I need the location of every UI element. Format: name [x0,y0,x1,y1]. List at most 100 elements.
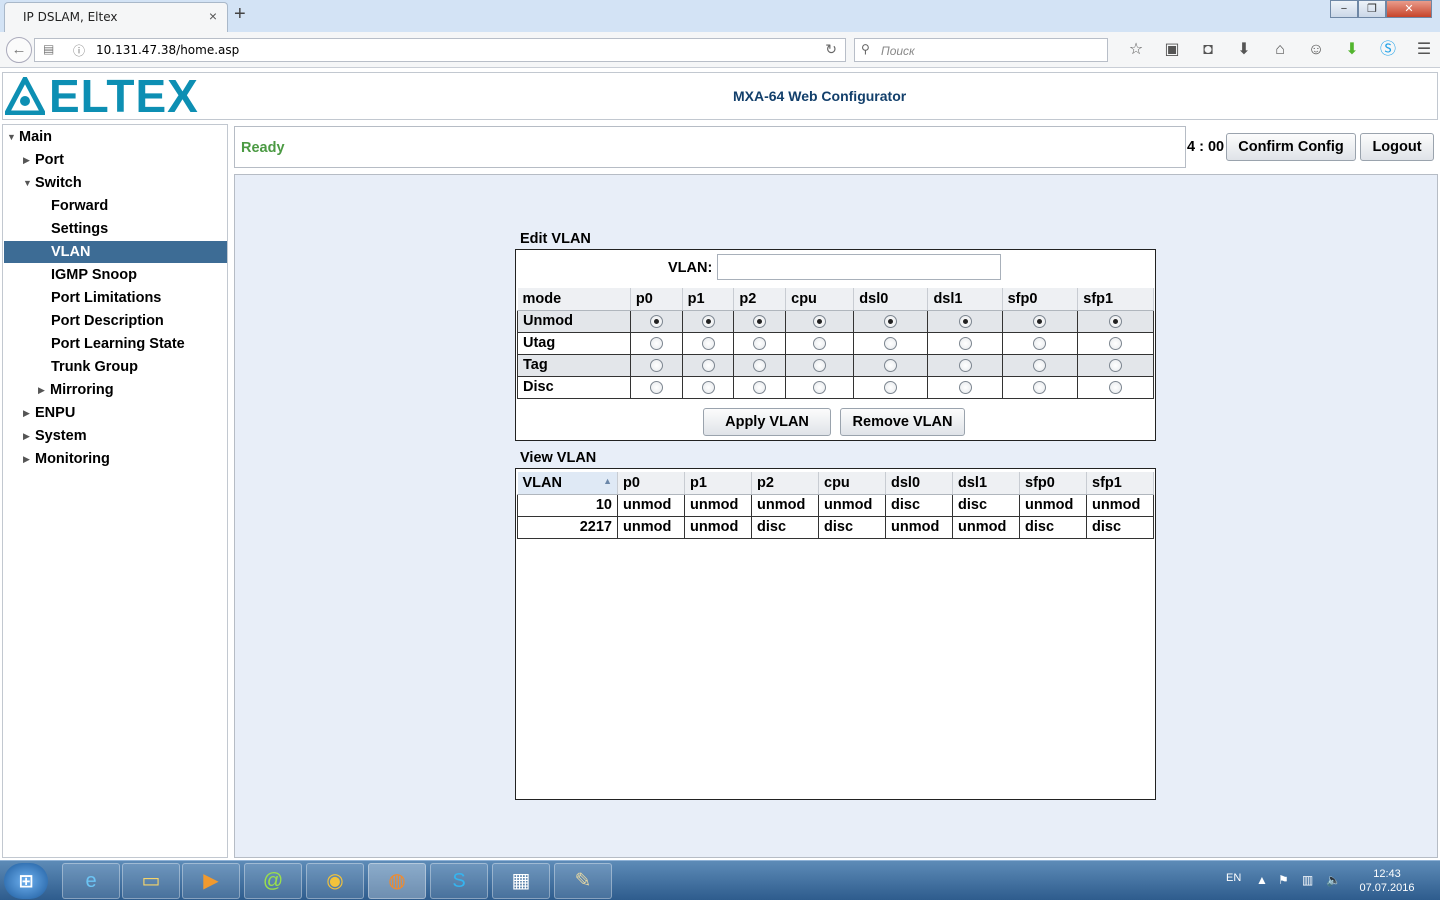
collapsed-triangle-icon[interactable]: ▶ [23,402,35,424]
mode-radio[interactable] [813,380,827,394]
new-tab-button[interactable]: + [234,3,246,26]
column-header-port[interactable]: dsl0 [885,472,953,495]
table-row[interactable]: 2217 unmod unmod disc disc unmod unmod disc disc [517,515,1154,539]
apply-vlan-button[interactable]: Apply VLAN [703,408,831,436]
expanded-triangle-icon[interactable]: ▼ [23,172,35,194]
mode-radio[interactable] [753,358,767,372]
sidebar-item-port-limitations[interactable]: Port Limitations [51,287,161,309]
column-header-port[interactable]: p1 [684,472,752,495]
back-button[interactable]: ← [6,37,32,63]
mode-radio[interactable] [753,380,767,394]
address-bar[interactable]: ▤ ⓘ 10.131.47.38/home.asp ↻ [34,38,846,62]
column-header-port[interactable]: sfp0 [1019,472,1087,495]
sidebar-item-igmp-snoop[interactable]: IGMP Snoop [51,264,137,286]
mode-radio[interactable] [1109,380,1123,394]
maximize-button[interactable]: ❐ [1358,0,1386,18]
mode-radio[interactable] [1033,314,1047,328]
confirm-config-button[interactable]: Confirm Config [1226,133,1356,161]
action-center-flag-icon[interactable]: ⚑ [1278,873,1289,887]
mode-radio[interactable] [701,358,715,372]
mode-radio[interactable] [958,358,972,372]
chat-icon[interactable]: ☺ [1298,38,1334,62]
reading-list-icon[interactable]: ▣ [1154,38,1190,62]
tray-expand-icon[interactable]: ▲ [1256,873,1268,887]
mode-radio[interactable] [1109,358,1123,372]
taskbar-ie[interactable]: e [62,863,120,899]
mode-radio[interactable] [649,358,663,372]
mode-radio[interactable] [649,380,663,394]
minimize-button[interactable]: − [1330,0,1358,18]
table-row[interactable]: 10 unmod unmod unmod unmod disc disc unmod unmod [517,493,1154,517]
taskbar-network[interactable]: ▦ [492,863,550,899]
remove-vlan-button[interactable]: Remove VLAN [840,408,965,436]
volume-icon[interactable]: 🔈 [1326,873,1341,887]
taskbar-explorer[interactable]: ▭ [122,863,180,899]
mode-radio[interactable] [884,380,898,394]
mode-radio[interactable] [701,380,715,394]
taskbar-paint[interactable]: ✎ [554,863,612,899]
mode-radio[interactable] [753,336,767,350]
skype-icon[interactable]: Ⓢ [1370,38,1406,62]
column-header-port[interactable]: p0 [617,472,685,495]
vlan-input[interactable] [717,254,1001,280]
taskbar-media[interactable]: ▶ [182,863,240,899]
network-tray-icon[interactable]: ▥ [1302,873,1313,887]
sidebar-item-monitoring[interactable]: ▶ Monitoring [23,448,110,470]
sidebar-item-switch[interactable]: ▼ Switch [23,172,82,194]
sidebar-item-forward[interactable]: Forward [51,195,108,217]
column-header-vlan[interactable]: VLAN ▲ [517,472,618,495]
system-clock[interactable]: 12:43 07.07.2016 [1356,867,1418,895]
pocket-icon[interactable]: ◘ [1190,38,1226,62]
sidebar-item-enpu[interactable]: ▶ ENPU [23,402,75,424]
collapsed-triangle-icon[interactable]: ▶ [23,149,35,171]
mode-radio[interactable] [649,336,663,350]
sidebar-item-system[interactable]: ▶ System [23,425,87,447]
mode-radio[interactable] [813,358,827,372]
expanded-triangle-icon[interactable]: ▼ [7,126,19,148]
mode-radio[interactable] [884,314,898,328]
mode-radio[interactable] [649,314,663,328]
mode-radio[interactable] [884,358,898,372]
mode-radio[interactable] [1109,336,1123,350]
taskbar-firefox[interactable]: ◍ [368,863,426,899]
taskbar-chrome[interactable]: ◉ [306,863,364,899]
mode-radio[interactable] [813,336,827,350]
sidebar-item-trunk-group[interactable]: Trunk Group [51,356,138,378]
sidebar-item-port[interactable]: ▶ Port [23,149,64,171]
column-header-port[interactable]: cpu [818,472,886,495]
mode-radio[interactable] [958,314,972,328]
mode-radio[interactable] [958,380,972,394]
start-button[interactable]: ⊞ [4,863,48,899]
collapsed-triangle-icon[interactable]: ▶ [23,425,35,447]
sidebar-item-port-description[interactable]: Port Description [51,310,164,332]
download-icon[interactable]: ⬇ [1226,38,1262,62]
collapsed-triangle-icon[interactable]: ▶ [38,379,50,401]
info-icon[interactable]: ⓘ [73,42,85,59]
sidebar-item-settings[interactable]: Settings [51,218,108,240]
bookmark-star-icon[interactable]: ☆ [1118,38,1154,62]
mode-radio[interactable] [701,336,715,350]
sidebar-item-main[interactable]: ▼ Main [7,126,52,148]
column-header-port[interactable]: p2 [751,472,819,495]
mode-radio[interactable] [884,336,898,350]
taskbar-mail[interactable]: @ [244,863,302,899]
sidebar-item-vlan[interactable]: VLAN [4,241,227,263]
mode-radio[interactable] [1033,336,1047,350]
browser-tab[interactable]: IP DSLAM, Eltex × [4,2,228,32]
logout-button[interactable]: Logout [1360,133,1434,161]
search-bar[interactable]: ⚲ Поиск [854,38,1108,62]
green-download-icon[interactable]: ⬇ [1334,38,1370,62]
mode-radio[interactable] [1109,314,1123,328]
collapsed-triangle-icon[interactable]: ▶ [23,448,35,470]
column-header-port[interactable]: dsl1 [952,472,1020,495]
mode-radio[interactable] [1033,358,1047,372]
close-window-button[interactable]: ✕ [1386,0,1432,18]
reload-icon[interactable]: ↻ [825,41,837,58]
sidebar-item-mirroring[interactable]: ▶ Mirroring [38,379,114,401]
mode-radio[interactable] [958,336,972,350]
mode-radio[interactable] [753,314,767,328]
language-indicator[interactable]: EN [1226,872,1241,884]
mode-radio[interactable] [813,314,827,328]
sidebar-item-port-learning-state[interactable]: Port Learning State [51,333,185,355]
taskbar-skype[interactable]: S [430,863,488,899]
